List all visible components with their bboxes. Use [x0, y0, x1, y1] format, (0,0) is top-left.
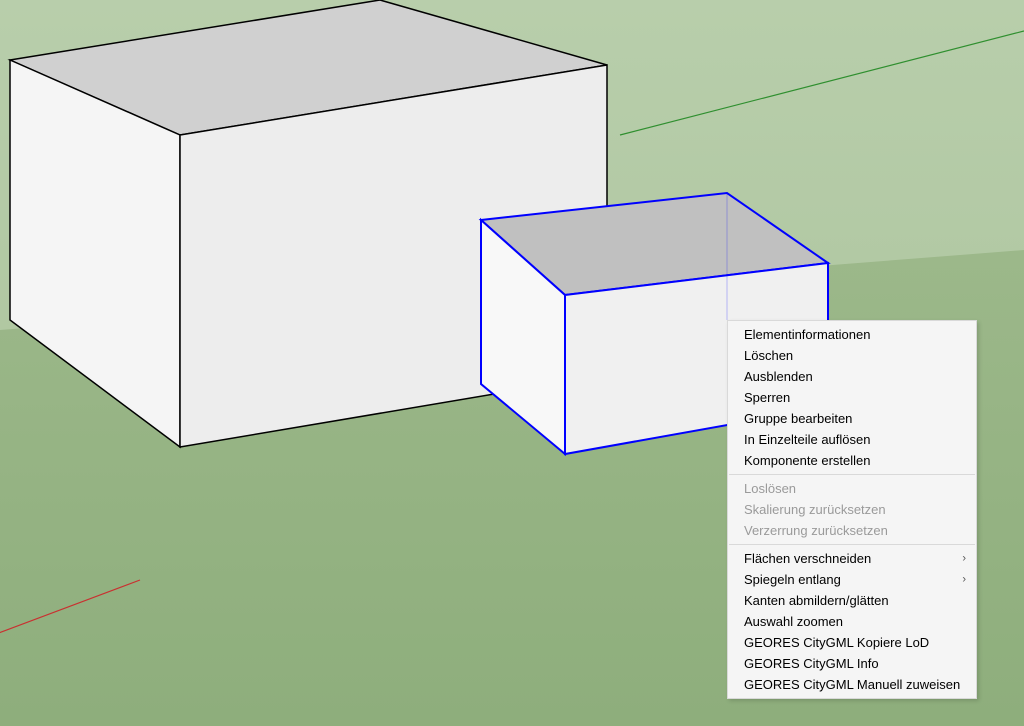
context-menu-item[interactable]: Gruppe bearbeiten [728, 408, 976, 429]
context-menu-item: Skalierung zurücksetzen [728, 499, 976, 520]
context-menu-item[interactable]: In Einzelteile auflösen [728, 429, 976, 450]
context-menu-item[interactable]: Auswahl zoomen [728, 611, 976, 632]
context-menu-item-label: Loslösen [744, 481, 796, 496]
context-menu-item-label: Skalierung zurücksetzen [744, 502, 886, 517]
context-menu-item-label: Elementinformationen [744, 327, 870, 342]
context-menu-item[interactable]: GEORES CityGML Kopiere LoD [728, 632, 976, 653]
context-menu-item-label: Auswahl zoomen [744, 614, 843, 629]
context-menu[interactable]: Elementinformationen Löschen Ausblenden Spe… [727, 320, 977, 699]
context-menu-item-label: Kanten abmildern/glätten [744, 593, 889, 608]
menu-separator [729, 544, 975, 545]
context-menu-item-label: GEORES CityGML Manuell zuweisen [744, 677, 960, 692]
context-menu-item[interactable]: Komponente erstellen [728, 450, 976, 471]
context-menu-item[interactable]: Ausblenden [728, 366, 976, 387]
context-menu-item: Loslösen [728, 478, 976, 499]
context-menu-item-label: Verzerrung zurücksetzen [744, 523, 888, 538]
context-menu-item[interactable]: Löschen [728, 345, 976, 366]
context-menu-item[interactable]: Kanten abmildern/glätten [728, 590, 976, 611]
context-menu-item-label: GEORES CityGML Info [744, 656, 879, 671]
context-menu-item-label: Komponente erstellen [744, 453, 870, 468]
context-menu-item[interactable]: Elementinformationen [728, 324, 976, 345]
context-menu-item-label: Löschen [744, 348, 793, 363]
context-menu-item[interactable]: GEORES CityGML Info [728, 653, 976, 674]
context-menu-item-label: Flächen verschneiden [744, 551, 871, 566]
context-menu-item-label: Ausblenden [744, 369, 813, 384]
chevron-right-icon: › [962, 572, 966, 587]
context-menu-item-label: GEORES CityGML Kopiere LoD [744, 635, 929, 650]
context-menu-item[interactable]: Sperren [728, 387, 976, 408]
context-menu-item-label: Spiegeln entlang [744, 572, 841, 587]
context-menu-item[interactable]: GEORES CityGML Manuell zuweisen [728, 674, 976, 695]
context-menu-item-label: Gruppe bearbeiten [744, 411, 852, 426]
viewport-3d[interactable]: Elementinformationen Löschen Ausblenden Spe… [0, 0, 1024, 726]
context-menu-item: Verzerrung zurücksetzen [728, 520, 976, 541]
chevron-right-icon: › [962, 551, 966, 566]
context-menu-item-label: In Einzelteile auflösen [744, 432, 870, 447]
context-menu-item-label: Sperren [744, 390, 790, 405]
context-menu-item[interactable]: Flächen verschneiden › [728, 548, 976, 569]
context-menu-item[interactable]: Spiegeln entlang › [728, 569, 976, 590]
menu-separator [729, 474, 975, 475]
